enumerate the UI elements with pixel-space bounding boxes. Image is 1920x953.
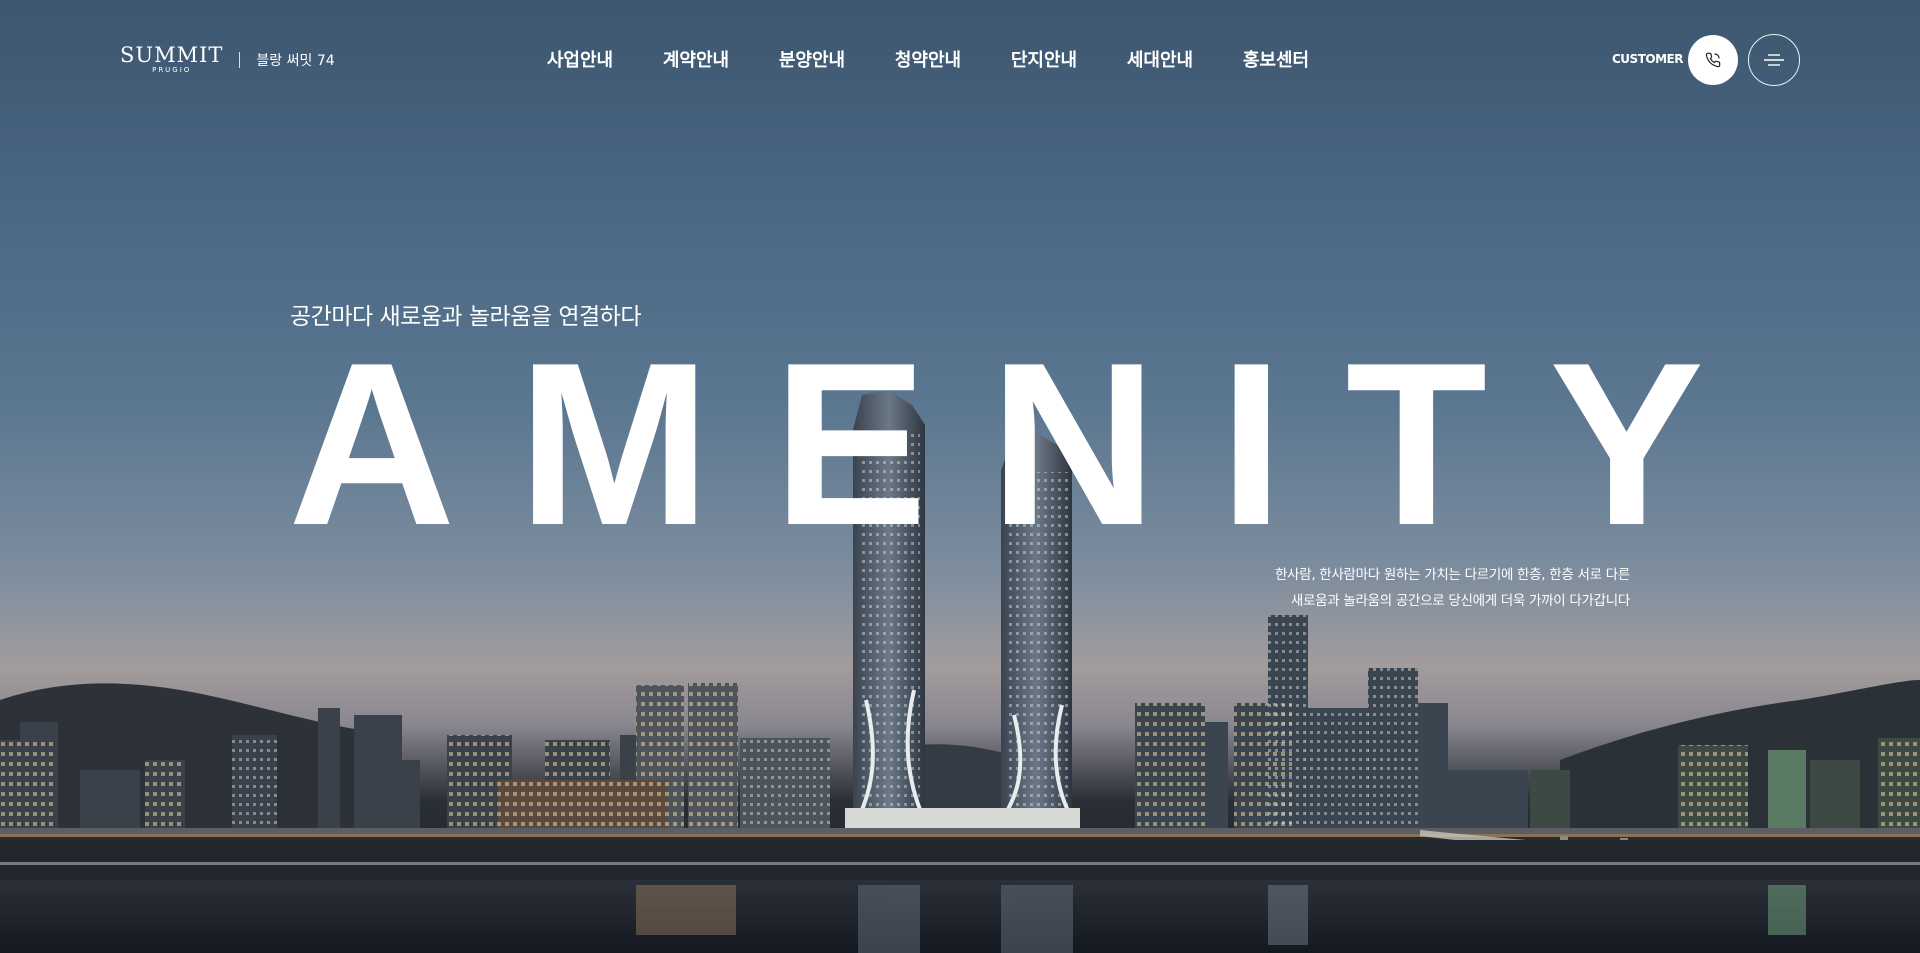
customer-label: CUSTOMER [1612, 52, 1683, 66]
site-logo[interactable]: SUMMIT PRUGIO 블랑 써밋 74 [120, 44, 335, 75]
menu-button[interactable] [1748, 34, 1800, 86]
logo-brand-text: SUMMIT [120, 43, 224, 67]
hero-headline: AMENITY [288, 315, 1766, 574]
nav-item-promotion[interactable]: 홍보센터 [1218, 46, 1334, 72]
nav-item-unit[interactable]: 세대안내 [1102, 46, 1218, 72]
nav-item-sale[interactable]: 분양안내 [754, 46, 870, 72]
logo-sub-text: PRUGIO [152, 66, 192, 74]
logo-site-name: 블랑 써밋 74 [256, 52, 335, 69]
main-nav: 사업안내 계약안내 분양안내 청약안내 단지안내 세대안내 홍보센터 [522, 46, 1334, 72]
nav-item-subscription[interactable]: 청약안내 [870, 46, 986, 72]
logo-mark: SUMMIT PRUGIO [120, 44, 223, 75]
logo-divider [239, 51, 241, 68]
hero-section: SUMMIT PRUGIO 블랑 써밋 74 사업안내 계약안내 분양안내 청약… [0, 0, 1920, 953]
phone-icon [1705, 52, 1721, 68]
hero-description-line: 새로움과 놀라움의 공간으로 당신에게 더욱 가까이 다가갑니다 [1290, 593, 1630, 609]
hero-description: 한사람, 한사람마다 원하는 가치는 다르기에 한층, 한층 서로 다른 새로움… [1150, 562, 1630, 614]
nav-item-contract[interactable]: 계약안내 [638, 46, 754, 72]
nav-item-business[interactable]: 사업안내 [522, 46, 638, 72]
menu-icon [1764, 54, 1784, 66]
hero-description-line: 한사람, 한사람마다 원하는 가치는 다르기에 한층, 한층 서로 다른 [1274, 567, 1630, 583]
nav-item-complex[interactable]: 단지안내 [986, 46, 1102, 72]
customer-phone-button[interactable] [1688, 35, 1738, 85]
site-header: SUMMIT PRUGIO 블랑 써밋 74 사업안내 계약안내 분양안내 청약… [0, 0, 1920, 120]
